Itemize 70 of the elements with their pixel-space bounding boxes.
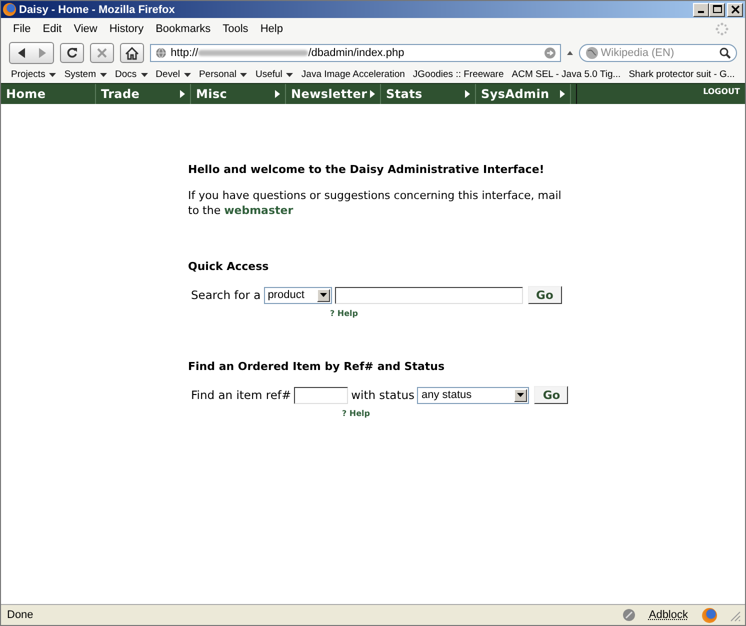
url-text: /dbadmin/index.php: [308, 47, 404, 59]
stop-button[interactable]: [90, 43, 114, 63]
nav-menu-item[interactable]: Trade: [96, 84, 191, 104]
firefox-icon: [702, 608, 717, 622]
maximize-icon: [712, 5, 722, 14]
menu-item[interactable]: Help: [254, 23, 289, 35]
menu-item[interactable]: View: [68, 23, 104, 35]
welcome-heading: Hello and welcome to the Daisy Administrative Interface!: [188, 163, 544, 176]
maximize-button[interactable]: [709, 2, 725, 16]
nav-menu-item[interactable]: Newsletter: [286, 84, 381, 104]
nav-menu-item[interactable]: Stats: [381, 84, 476, 104]
menu-item[interactable]: Tools: [216, 23, 254, 35]
globe-icon: [154, 47, 167, 59]
welcome-text: If you have questions or suggestions concerning this interface, mail to the webmaster: [188, 188, 562, 218]
bookmark-item[interactable]: Docs: [111, 69, 152, 80]
section-heading: Quick Access: [188, 260, 269, 273]
bookmark-item[interactable]: System: [60, 69, 112, 80]
minimize-button[interactable]: [693, 2, 709, 16]
reload-button[interactable]: [60, 43, 84, 63]
back-forward-button[interactable]: [9, 42, 54, 64]
throbber-icon: [715, 22, 729, 36]
help-link[interactable]: ? Help: [330, 309, 358, 318]
search-label: Search for a: [191, 288, 261, 302]
stop-icon: [96, 47, 108, 59]
bookmark-item[interactable]: Projects: [7, 69, 60, 80]
window-title: Daisy - Home - Mozilla Firefox: [19, 4, 176, 16]
close-icon: [730, 5, 740, 14]
firefox-icon: [3, 3, 16, 16]
webmaster-link[interactable]: webmaster: [224, 204, 294, 217]
type-dropdown[interactable]: product: [264, 286, 332, 304]
section-heading: Find an Ordered Item by Ref# and Status: [188, 360, 445, 373]
home-button[interactable]: [120, 43, 144, 63]
adblock-link[interactable]: Adblock: [648, 609, 688, 621]
bookmark-item[interactable]: Devel: [152, 69, 195, 80]
nav-menu-item[interactable]: Home: [1, 84, 96, 104]
menu-item[interactable]: Bookmarks: [150, 23, 217, 35]
nav-menu-item[interactable]: Misc: [191, 84, 286, 104]
bookmark-item[interactable]: JGoodies :: Freeware: [408, 69, 508, 80]
status-dropdown[interactable]: any status: [417, 386, 530, 404]
url-text: http://: [170, 47, 198, 59]
splitter-icon[interactable]: [566, 51, 573, 55]
help-link[interactable]: ? Help: [342, 409, 370, 418]
bookmark-item[interactable]: Personal: [194, 69, 252, 80]
status-label: with status: [351, 388, 414, 402]
globe-icon: [584, 46, 599, 60]
ref-label: Find an item ref#: [191, 388, 292, 402]
disabled-icon: [622, 609, 635, 621]
logout-link[interactable]: LOGOUT: [698, 84, 745, 104]
go-button[interactable]: Go: [534, 386, 568, 404]
address-field[interactable]: http:// /dbadmin/index.php: [150, 44, 561, 62]
menu-item[interactable]: Edit: [36, 23, 68, 35]
dropdown-arrow-icon: [320, 293, 327, 297]
menu-item[interactable]: History: [103, 23, 150, 35]
close-button[interactable]: [727, 2, 743, 16]
home-icon: [124, 46, 139, 60]
search-field[interactable]: Wikipedia (EN): [578, 44, 737, 62]
nav-menu-item[interactable]: SysAdmin: [476, 84, 571, 104]
dropdown-arrow-icon: [517, 393, 524, 397]
go-icon[interactable]: [544, 47, 556, 59]
bookmark-item[interactable]: Useful: [251, 69, 298, 80]
ref-input[interactable]: [294, 386, 348, 404]
bookmark-item[interactable]: Java Image Acceleration: [297, 69, 409, 80]
search-input[interactable]: [334, 286, 523, 304]
go-button[interactable]: Go: [528, 286, 562, 304]
search-icon[interactable]: [719, 47, 731, 59]
reload-icon: [66, 47, 78, 59]
bookmark-item[interactable]: Shark protector suit - G...: [624, 69, 739, 80]
status-text: Done: [7, 609, 34, 621]
bookmark-item[interactable]: ACM SEL - Java 5.0 Tig...: [508, 69, 625, 80]
menu-item[interactable]: File: [7, 23, 37, 35]
